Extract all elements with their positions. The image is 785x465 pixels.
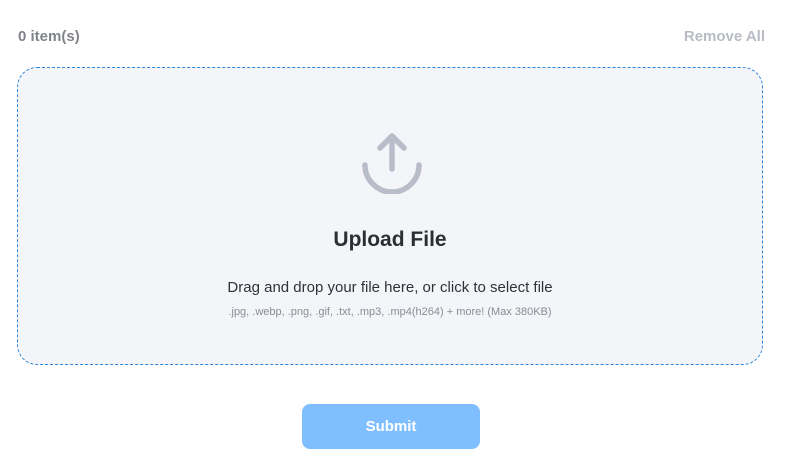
upload-header: 0 item(s) Remove All <box>18 26 765 46</box>
upload-title: Upload File <box>333 228 447 251</box>
file-dropzone[interactable]: Upload File Drag and drop your file here… <box>17 67 763 365</box>
submit-button[interactable]: Submit <box>302 404 480 449</box>
supported-formats: .jpg, .webp, .png, .gif, .txt, .mp3, .mp… <box>228 306 552 318</box>
item-count: 0 item(s) <box>18 27 80 45</box>
remove-all-button[interactable]: Remove All <box>684 28 765 45</box>
upload-page: 0 item(s) Remove All Upload File Drag an… <box>0 0 785 465</box>
upload-arrow-icon <box>362 133 422 194</box>
upload-instructions: Drag and drop your file here, or click t… <box>227 279 553 296</box>
